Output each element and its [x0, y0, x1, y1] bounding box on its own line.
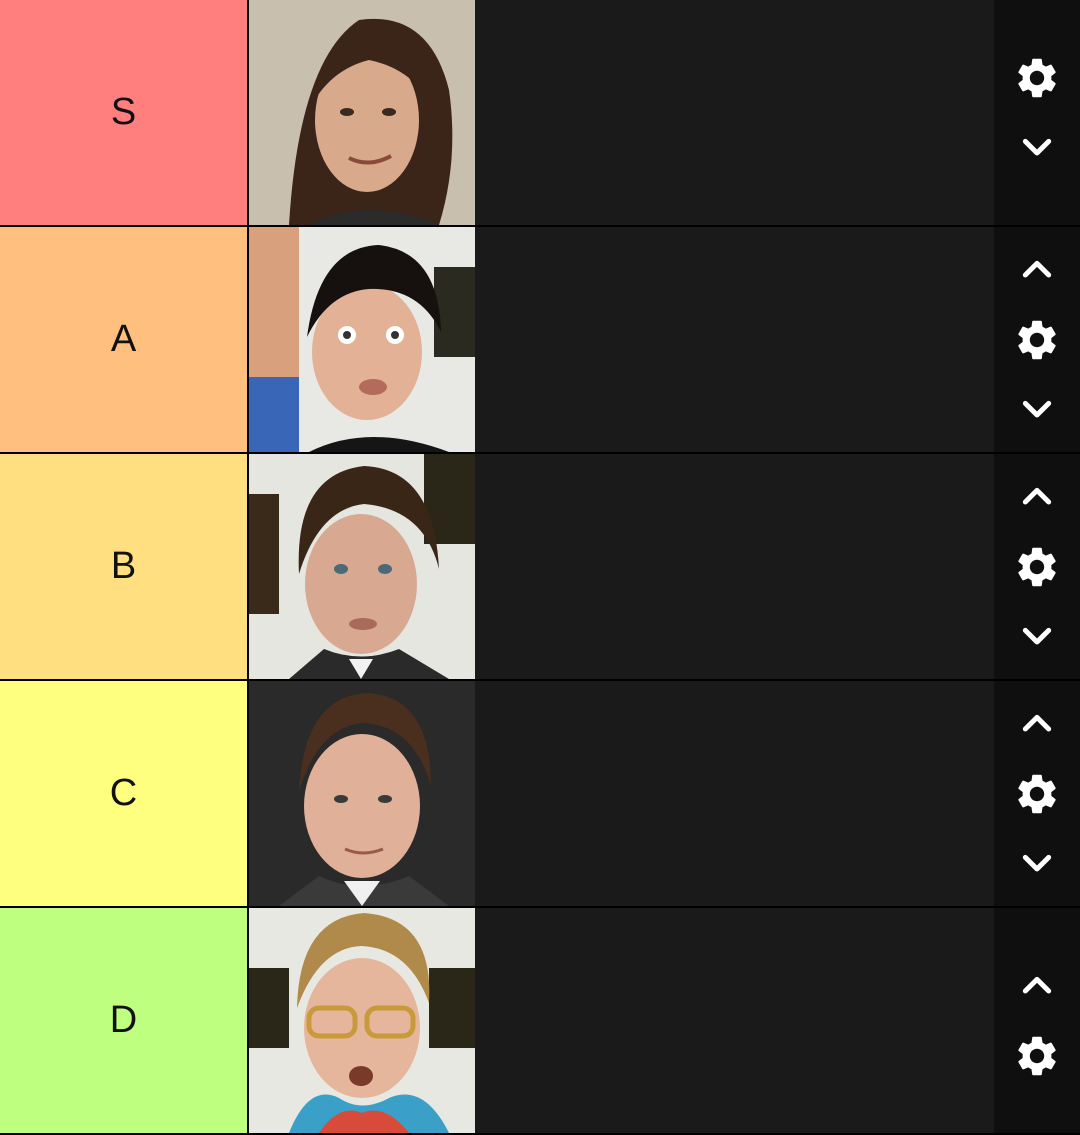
chevron-up-icon: [1022, 260, 1052, 277]
tier-controls: [994, 454, 1080, 679]
settings-button[interactable]: [1009, 539, 1065, 595]
tier-label[interactable]: C: [0, 681, 247, 906]
move-up-button[interactable]: [1009, 958, 1065, 1014]
tier-items[interactable]: [249, 0, 994, 225]
tier-label[interactable]: S: [0, 0, 247, 225]
chevron-down-icon: [1022, 627, 1052, 644]
portrait-photo[interactable]: [249, 0, 475, 225]
chevron-up-icon: [1022, 976, 1052, 993]
gear-icon: [1018, 547, 1056, 586]
tier-label[interactable]: D: [0, 908, 247, 1133]
settings-button[interactable]: [1009, 50, 1065, 106]
tier-items[interactable]: [249, 454, 994, 679]
chevron-down-icon: [1022, 854, 1052, 871]
tier-items[interactable]: [249, 908, 994, 1133]
gear-icon: [1018, 774, 1056, 813]
tier-items[interactable]: [249, 227, 994, 452]
portrait-image: [249, 908, 475, 1133]
move-down-button[interactable]: [1009, 120, 1065, 176]
portrait-image: [249, 0, 475, 225]
gear-icon: [1018, 320, 1056, 359]
tier-items[interactable]: [249, 681, 994, 906]
portrait-image: [249, 454, 475, 679]
settings-button[interactable]: [1009, 312, 1065, 368]
chevron-up-icon: [1022, 487, 1052, 504]
tier-controls: [994, 227, 1080, 452]
chevron-down-icon: [1022, 400, 1052, 417]
chevron-up-icon: [1022, 714, 1052, 731]
tier-label[interactable]: A: [0, 227, 247, 452]
move-down-button[interactable]: [1009, 382, 1065, 438]
tier-row-s: S: [0, 0, 1080, 225]
chevron-down-icon: [1022, 138, 1052, 155]
tier-controls: [994, 908, 1080, 1133]
tier-controls: [994, 681, 1080, 906]
move-up-button[interactable]: [1009, 696, 1065, 752]
portrait-photo[interactable]: [249, 227, 475, 452]
move-up-button[interactable]: [1009, 242, 1065, 298]
tier-row-b: B: [0, 454, 1080, 679]
portrait-image: [249, 681, 475, 906]
tier-row-d: D: [0, 908, 1080, 1133]
portrait-image: [249, 227, 475, 452]
gear-icon: [1018, 58, 1056, 97]
gear-icon: [1018, 1036, 1056, 1075]
move-down-button[interactable]: [1009, 609, 1065, 665]
tier-list: S A B C D: [0, 0, 1080, 1135]
portrait-photo[interactable]: [249, 681, 475, 906]
move-up-button[interactable]: [1009, 469, 1065, 525]
move-down-button[interactable]: [1009, 836, 1065, 892]
settings-button[interactable]: [1009, 766, 1065, 822]
portrait-photo[interactable]: [249, 908, 475, 1133]
tier-label[interactable]: B: [0, 454, 247, 679]
portrait-photo[interactable]: [249, 454, 475, 679]
tier-row-c: C: [0, 681, 1080, 906]
tier-controls: [994, 0, 1080, 225]
tier-row-a: A: [0, 227, 1080, 452]
settings-button[interactable]: [1009, 1028, 1065, 1084]
